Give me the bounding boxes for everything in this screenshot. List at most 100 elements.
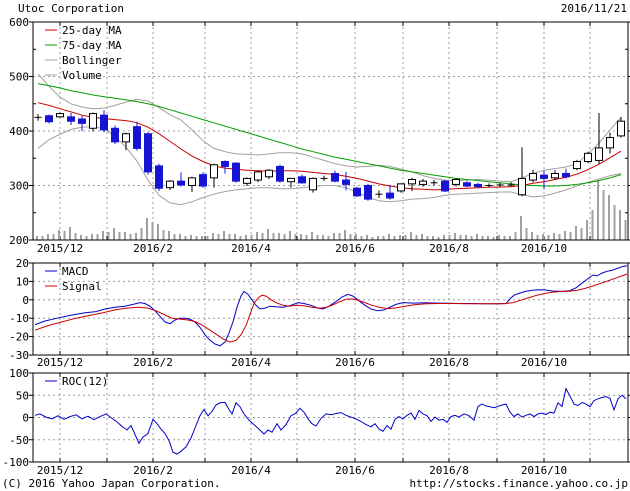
candle-body xyxy=(409,180,416,184)
volume-bar xyxy=(289,231,291,240)
y-tick-label: -30 xyxy=(9,349,29,362)
candle-body xyxy=(134,127,141,149)
volume-bar xyxy=(245,235,247,240)
candle xyxy=(46,115,53,124)
volume-bar xyxy=(603,190,605,240)
candle-body xyxy=(541,175,548,178)
volume-bar xyxy=(410,232,412,240)
volume-bar xyxy=(317,235,319,240)
candle xyxy=(134,122,141,151)
candle-body xyxy=(233,163,240,181)
legend-label: MACD xyxy=(62,265,89,278)
candle-body xyxy=(585,153,592,161)
volume-bar xyxy=(91,234,93,240)
x-tick-label: 2015/12 xyxy=(37,356,83,369)
candle xyxy=(233,162,240,183)
y-tick-label: 100 xyxy=(9,367,29,380)
x-tick-label: 2016/10 xyxy=(521,242,567,255)
volume-bar xyxy=(559,234,561,240)
volume-bar xyxy=(273,233,275,240)
roc12-line xyxy=(35,389,626,454)
panel-roc: 2015/122016/22016/42016/62016/82016/10 10… xyxy=(3,367,630,477)
candle-body xyxy=(596,148,603,161)
x-tick-label: 2016/8 xyxy=(429,356,469,369)
volume-bar xyxy=(42,236,44,240)
volume-bar xyxy=(520,216,522,240)
volume-bar xyxy=(509,236,511,240)
volume-bar xyxy=(86,236,88,240)
candle xyxy=(519,147,526,196)
x-axis-labels: 2015/122016/22016/42016/62016/82016/10 xyxy=(37,356,567,369)
legend-label: Bollinger xyxy=(62,54,122,67)
volume-bar xyxy=(614,205,616,240)
candle xyxy=(200,172,207,187)
volume-bar xyxy=(405,235,407,240)
volume-bar xyxy=(262,233,264,240)
volume-bar xyxy=(399,235,401,240)
volume-bar xyxy=(284,234,286,240)
source-url: http://stocks.finance.yahoo.co.jp xyxy=(409,477,628,490)
candle-body xyxy=(420,181,427,184)
candle xyxy=(211,164,218,188)
volume-bar xyxy=(515,232,517,240)
candle xyxy=(101,110,108,132)
candle xyxy=(431,180,438,185)
volume-bar xyxy=(130,234,132,240)
y-tick-label: 50 xyxy=(16,389,29,402)
volume-bar xyxy=(575,226,577,240)
volume-bar xyxy=(157,224,159,240)
x-tick-label: 2016/10 xyxy=(521,464,567,477)
candle xyxy=(310,177,317,192)
volume-bar xyxy=(295,234,297,240)
candle-body xyxy=(68,117,75,121)
volume-bar xyxy=(47,234,49,240)
volume-bar xyxy=(553,233,555,240)
volume-bar xyxy=(300,234,302,240)
volume-bar xyxy=(383,236,385,240)
candle xyxy=(68,113,75,125)
volume-bar xyxy=(251,235,253,240)
candle-body xyxy=(332,174,339,182)
volume-bar xyxy=(185,236,187,240)
y-tick-label: 200 xyxy=(9,234,29,247)
candle-body xyxy=(618,121,625,136)
candle-body xyxy=(607,138,614,148)
volume-bar xyxy=(135,233,137,240)
volume-bar xyxy=(97,234,99,240)
volume-bar xyxy=(311,232,313,240)
volume-bar xyxy=(163,230,165,240)
candle-body xyxy=(442,181,449,191)
candle-body xyxy=(123,134,130,142)
candle-body xyxy=(552,174,559,178)
volume-bar xyxy=(432,236,434,240)
volume-bar xyxy=(306,235,308,240)
candle-body xyxy=(79,119,86,123)
volume-bar xyxy=(36,236,38,240)
volume-bar xyxy=(427,236,429,240)
candle-body xyxy=(244,178,251,183)
candle xyxy=(57,112,64,117)
legend: MACD Signal xyxy=(45,265,102,293)
volume-bar xyxy=(124,232,126,240)
volume-bar xyxy=(570,232,572,240)
legend-label: Signal xyxy=(62,280,102,293)
volume-bar xyxy=(234,234,236,240)
y-tick-label: 600 xyxy=(9,16,29,29)
candle-body xyxy=(519,178,526,194)
copyright-text: (C) 2016 Yahoo Japan Corporation. xyxy=(2,477,221,490)
candle xyxy=(563,169,570,179)
volume-bar xyxy=(460,235,462,240)
candle xyxy=(574,160,581,170)
candle-body xyxy=(453,180,460,185)
candle-body xyxy=(46,116,53,122)
x-axis-labels: 2015/122016/22016/42016/62016/82016/10 xyxy=(37,464,567,477)
candle-body xyxy=(255,172,262,180)
volume-bar xyxy=(322,235,324,240)
candle-body xyxy=(530,174,537,181)
candle xyxy=(354,187,361,197)
candle xyxy=(189,177,196,192)
x-tick-label: 2015/12 xyxy=(37,242,83,255)
y-tick-label: 500 xyxy=(9,71,29,84)
candle-body xyxy=(57,114,64,117)
volume-bar xyxy=(608,195,610,240)
